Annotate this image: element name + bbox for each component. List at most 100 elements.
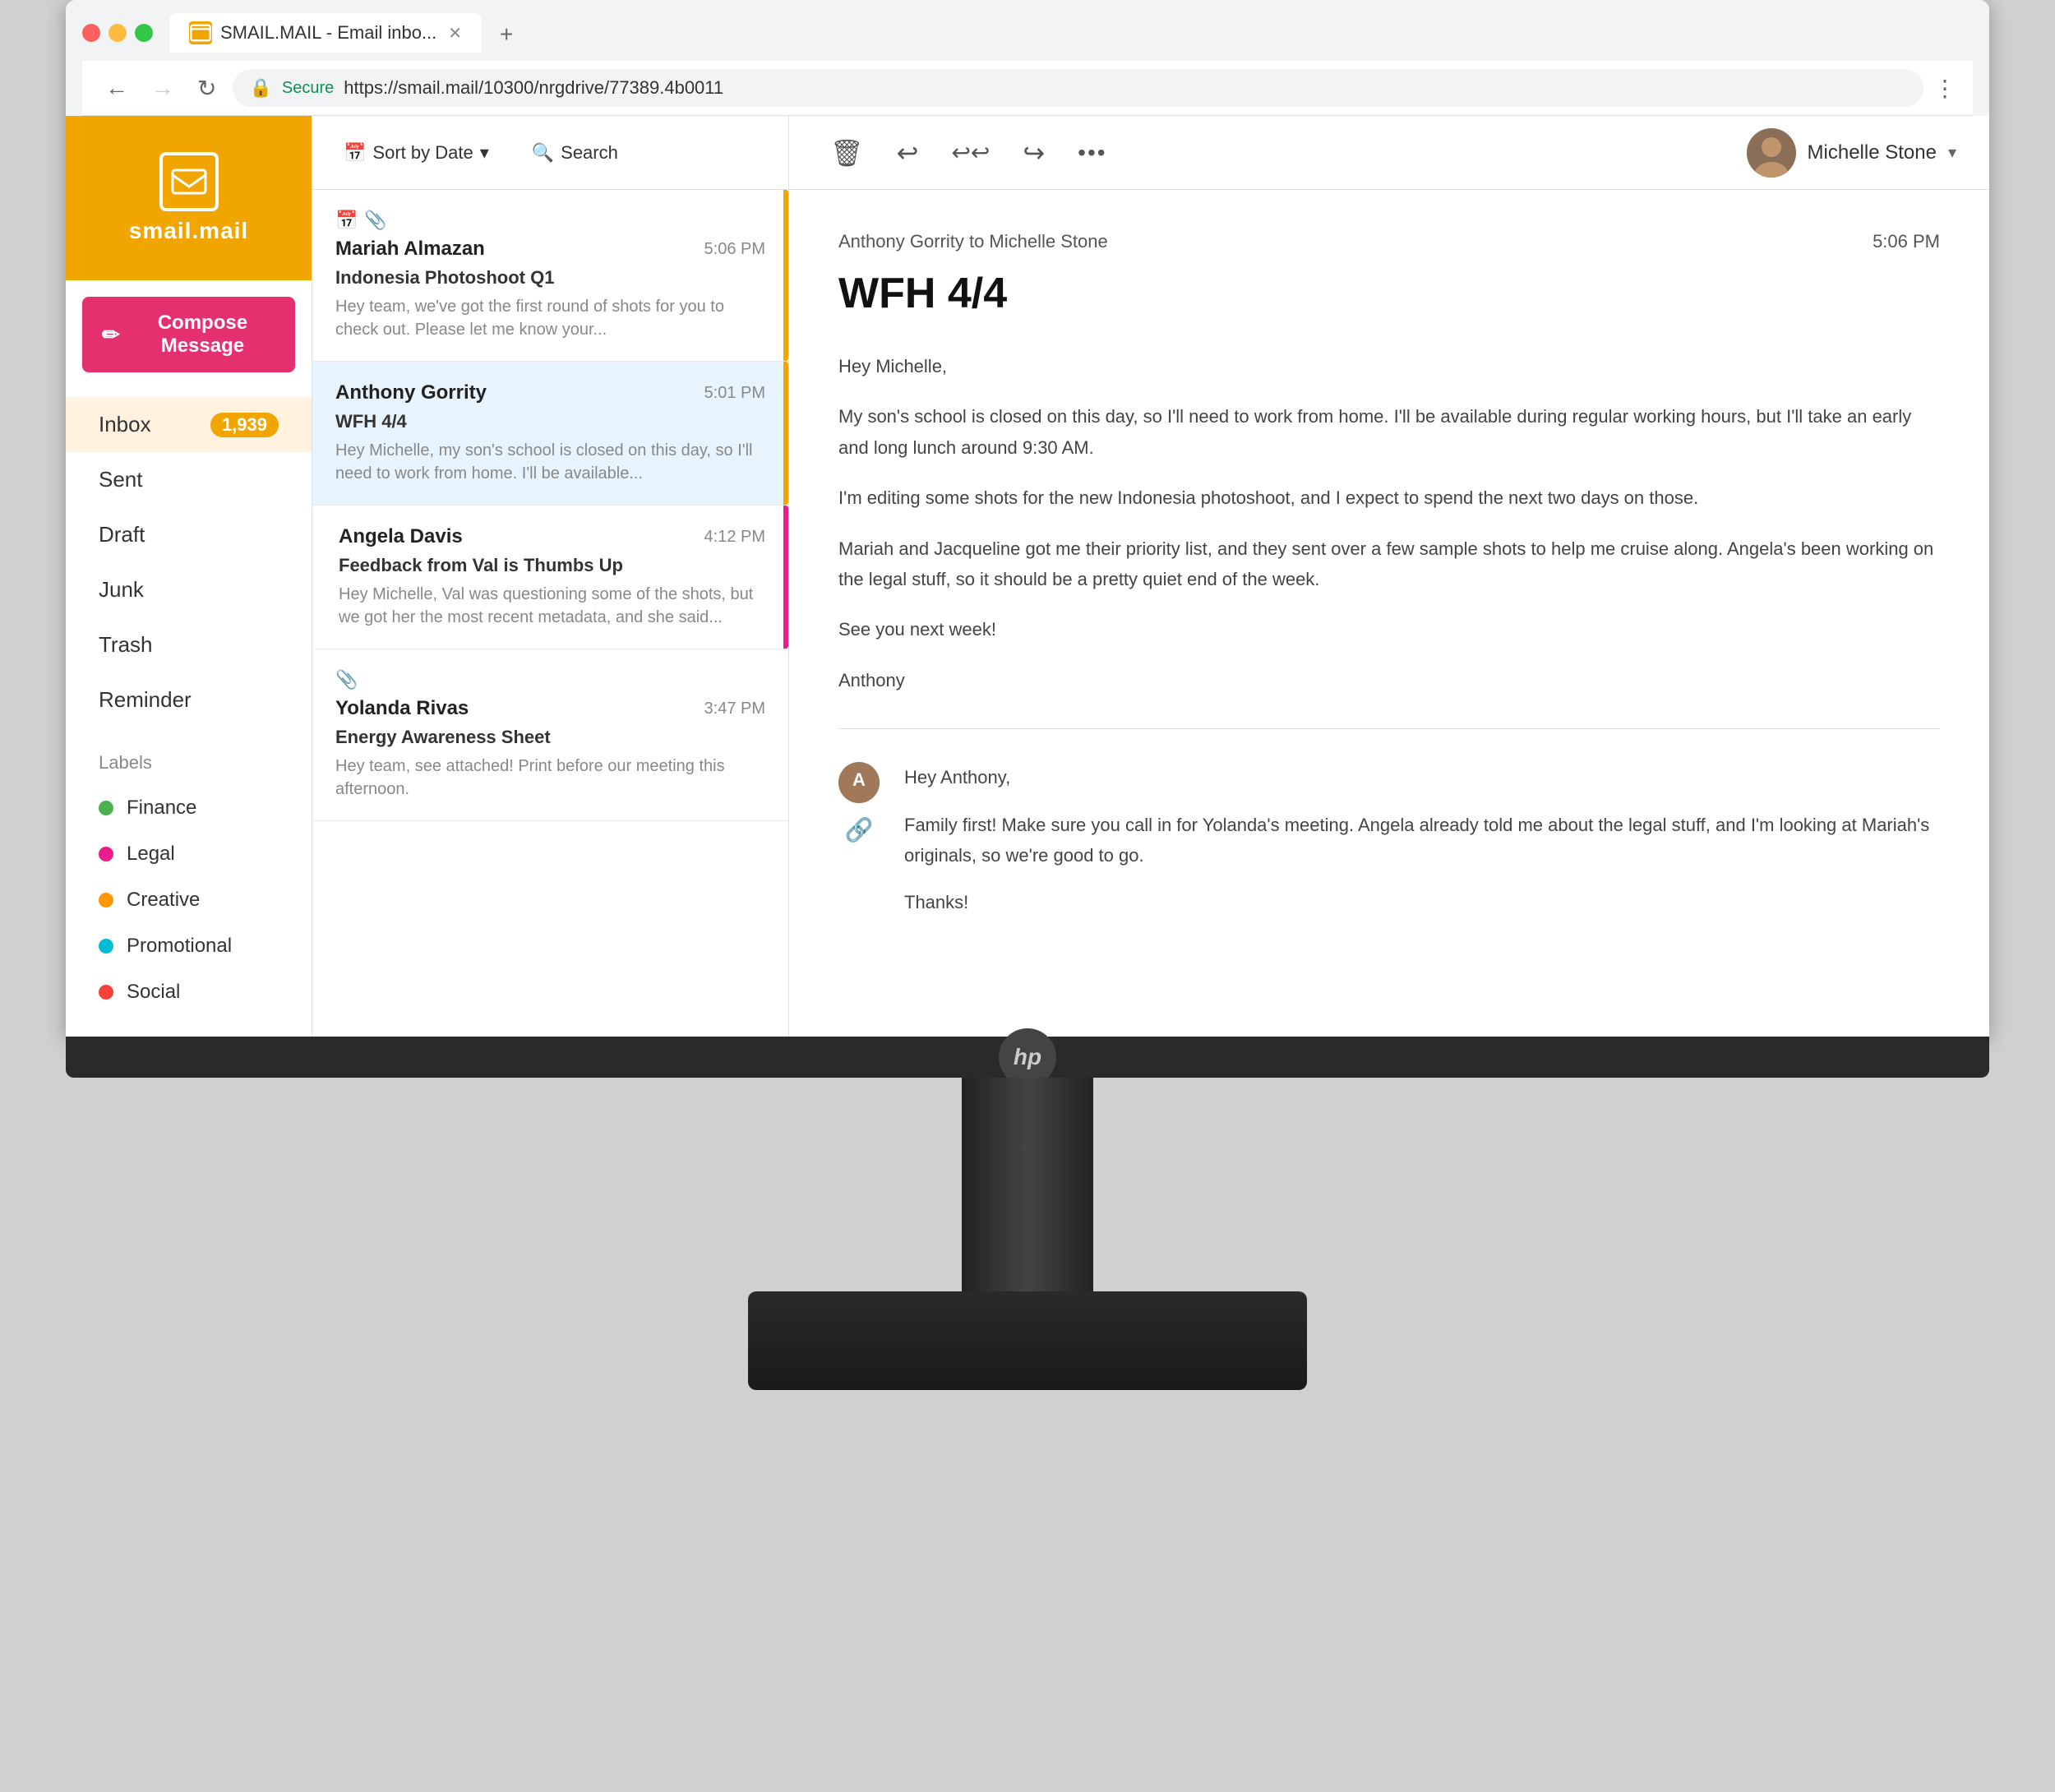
logo-text: smail.mail: [129, 218, 248, 244]
reply-section: A 🔗 Hey Anthony, Family first! Make sure…: [838, 728, 1940, 935]
calendar-icon: 📅: [335, 210, 358, 231]
secure-icon: 🔒: [249, 77, 271, 99]
sidebar-item-reminder[interactable]: Reminder: [66, 672, 312, 727]
body-para-0: Hey Michelle,: [838, 351, 1940, 381]
sort-by-date-button[interactable]: 📅 Sort by Date ▾: [329, 134, 504, 172]
email-item-1[interactable]: 📅 📎 Mariah Almazan 5:06 PM Indonesia Pho…: [312, 190, 788, 362]
junk-label: Junk: [99, 577, 144, 603]
label-legal[interactable]: Legal: [99, 831, 279, 877]
search-button[interactable]: 🔍 Search: [517, 134, 633, 172]
email-timestamp: 5:06 PM: [1873, 231, 1940, 252]
more-button[interactable]: •••: [1069, 132, 1115, 174]
email-item-2[interactable]: Anthony Gorrity 5:01 PM WFH 4/4 Hey Mich…: [312, 362, 788, 506]
priority-bar: [783, 190, 788, 361]
user-profile[interactable]: Michelle Stone ▾: [1747, 128, 1956, 178]
forward-btn[interactable]: →: [145, 72, 181, 104]
search-icon: 🔍: [532, 142, 554, 164]
reply-avatar: A: [838, 762, 880, 803]
monitor-stand-base: [748, 1291, 1307, 1390]
address-bar[interactable]: 🔒 Secure https://smail.mail/10300/nrgdri…: [233, 69, 1923, 107]
reply-para-2: Thanks!: [904, 887, 1940, 917]
reply-all-button[interactable]: ↩↩: [943, 131, 998, 174]
label-promotional[interactable]: Promotional: [99, 923, 279, 969]
reply-button[interactable]: ↩: [889, 129, 927, 177]
email-subject: Energy Awareness Sheet: [335, 727, 765, 748]
email-sender: Angela Davis: [339, 525, 463, 548]
label-social[interactable]: Social: [99, 969, 279, 1015]
tab-favicon: [189, 21, 212, 44]
email-preview: Hey Michelle, Val was questioning some o…: [339, 583, 765, 629]
email-from-to: Anthony Gorrity to Michelle Stone: [838, 231, 1108, 252]
sidebar-item-junk[interactable]: Junk: [66, 562, 312, 617]
compose-icon: ✏: [102, 322, 120, 348]
reload-btn[interactable]: ↻: [191, 72, 223, 105]
reply-para-1: Family first! Make sure you call in for …: [904, 810, 1940, 871]
delete-button[interactable]: 🗑: [822, 129, 872, 177]
email-sender: Anthony Gorrity: [335, 381, 487, 404]
priority-bar: [783, 362, 788, 505]
nav-items: Inbox 1,939 Sent Draft Junk Trash: [66, 389, 312, 736]
chevron-down-icon: ▾: [480, 142, 489, 164]
svg-text:A: A: [852, 769, 866, 790]
link-icon: 🔗: [845, 816, 874, 843]
email-subject: Feedback from Val is Thumbs Up: [339, 555, 765, 576]
attachment-icon: 📎: [335, 669, 358, 690]
draft-label: Draft: [99, 522, 145, 547]
window-close[interactable]: [82, 24, 100, 42]
email-item-4[interactable]: 📎 Yolanda Rivas 3:47 PM Energy Awareness…: [312, 649, 788, 821]
label-finance[interactable]: Finance: [99, 785, 279, 831]
label-creative[interactable]: Creative: [99, 877, 279, 923]
body-para-3: Mariah and Jacqueline got me their prior…: [838, 533, 1940, 595]
sidebar-item-sent[interactable]: Sent: [66, 452, 312, 507]
legal-dot: [99, 847, 113, 861]
email-preview: Hey Michelle, my son's school is closed …: [335, 439, 765, 485]
monitor-bezel: hp: [66, 1037, 1989, 1078]
body-para-1: My son's school is closed on this day, s…: [838, 401, 1940, 463]
sidebar-item-trash[interactable]: Trash: [66, 617, 312, 672]
social-label: Social: [127, 981, 180, 1004]
priority-bar: [783, 506, 788, 649]
url-text: https://smail.mail/10300/nrgdrive/77389.…: [344, 77, 723, 99]
reply-content: Hey Anthony, Family first! Make sure you…: [904, 762, 1940, 935]
finance-label: Finance: [127, 797, 196, 820]
reminder-label: Reminder: [99, 687, 192, 713]
creative-label: Creative: [127, 889, 200, 912]
monitor-stand-neck: [962, 1078, 1093, 1291]
window-maximize[interactable]: [135, 24, 153, 42]
secure-label: Secure: [282, 79, 334, 98]
window-minimize[interactable]: [109, 24, 127, 42]
email-list-header: 📅 Sort by Date ▾ 🔍 Search: [312, 116, 788, 190]
new-tab-btn[interactable]: +: [490, 16, 523, 53]
email-item-3[interactable]: Angela Davis 4:12 PM Feedback from Val i…: [312, 506, 788, 649]
email-subject: WFH 4/4: [335, 411, 765, 432]
back-btn[interactable]: ←: [99, 72, 135, 104]
email-time: 5:01 PM: [704, 384, 765, 403]
attachment-icon: 📎: [364, 210, 386, 231]
sidebar-item-inbox[interactable]: Inbox 1,939: [66, 397, 312, 452]
email-subject-title: WFH 4/4: [838, 269, 1940, 318]
search-label: Search: [561, 142, 618, 164]
social-dot: [99, 985, 113, 1000]
sidebar-item-draft[interactable]: Draft: [66, 507, 312, 562]
inbox-badge: 1,939: [210, 413, 279, 437]
compose-button[interactable]: ✏ Compose Message: [82, 297, 295, 372]
active-tab[interactable]: SMAIL.MAIL - Email inbo... ✕: [169, 13, 482, 53]
email-toolbar: 🗑 ↩ ↩↩ ↪ •••: [789, 116, 1989, 190]
email-subject: Indonesia Photoshoot Q1: [335, 267, 765, 289]
email-meta: Anthony Gorrity to Michelle Stone 5:06 P…: [838, 231, 1940, 252]
user-name: Michelle Stone: [1808, 141, 1937, 164]
sidebar-logo: smail.mail: [66, 116, 312, 280]
reply-para-0: Hey Anthony,: [904, 762, 1940, 792]
labels-title: Labels: [99, 752, 279, 774]
trash-label: Trash: [99, 632, 153, 658]
email-preview: Hey team, see attached! Print before our…: [335, 755, 765, 801]
user-chevron-icon: ▾: [1948, 142, 1956, 163]
email-time: 4:12 PM: [704, 528, 765, 547]
promotional-label: Promotional: [127, 935, 232, 958]
body-para-2: I'm editing some shots for the new Indon…: [838, 483, 1940, 513]
tab-close-btn[interactable]: ✕: [448, 23, 462, 44]
sidebar: smail.mail ✏ Compose Message Inbox 1,939…: [66, 116, 312, 1037]
forward-button[interactable]: ↪: [1014, 129, 1053, 177]
email-time: 5:06 PM: [704, 240, 765, 259]
browser-menu-btn[interactable]: ⋮: [1933, 75, 1956, 102]
